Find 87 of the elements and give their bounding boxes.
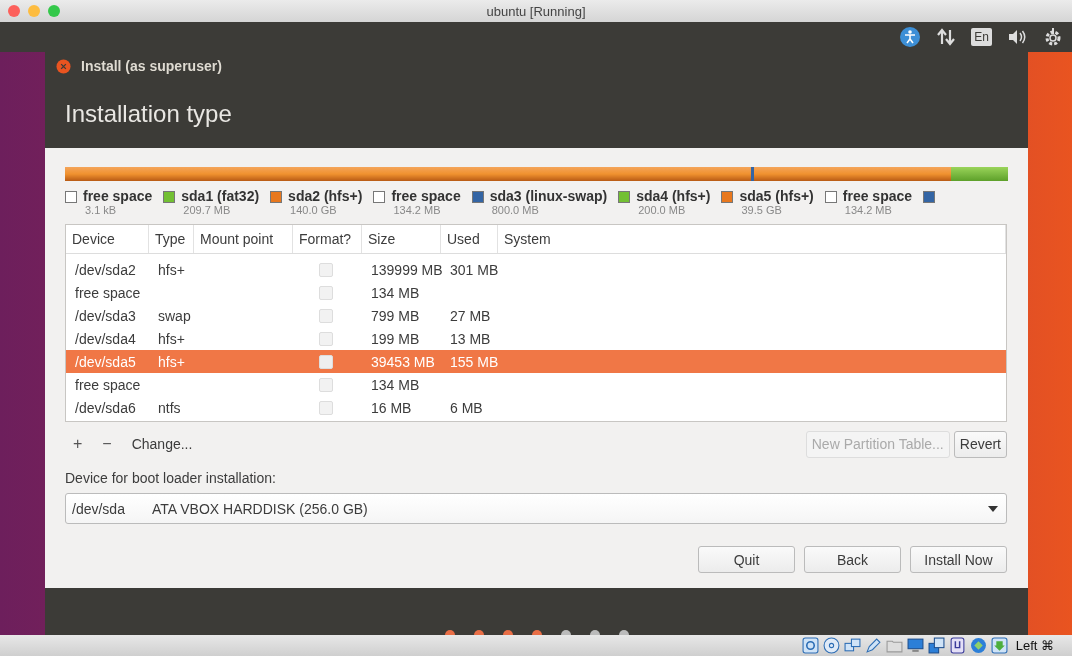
partition-row[interactable]: free space 134 MB	[66, 373, 1006, 396]
network-arrows-icon[interactable]	[935, 26, 958, 48]
caret-icon	[988, 505, 998, 512]
remove-partition-button[interactable]: −	[94, 435, 120, 453]
download-icon[interactable]	[990, 637, 1008, 654]
partition-row[interactable]: /dev/sda2 hfs+ 139999 MB 301 MB	[66, 258, 1006, 281]
format-checkbox[interactable]	[319, 377, 333, 392]
dialog-button[interactable]: Quit	[698, 546, 795, 573]
table-cell: swap	[158, 307, 191, 324]
table-cell: /dev/sda6	[75, 399, 136, 416]
table-cell: 27 MB	[450, 307, 491, 324]
table-cell: 134 MB	[371, 376, 420, 393]
change-button[interactable]: Change...	[123, 436, 201, 452]
windows-icon[interactable]	[927, 637, 945, 654]
legend-size: 209.7 MB	[183, 204, 232, 216]
add-partition-button[interactable]: +	[65, 435, 91, 453]
table-cell: 6 MB	[450, 399, 483, 416]
table-cell: /dev/sda3	[75, 307, 136, 324]
page-heading: Installation type	[65, 100, 232, 128]
zoom-button[interactable]	[48, 5, 60, 17]
format-checkbox[interactable]	[319, 331, 333, 346]
table-cell: hfs+	[158, 330, 185, 347]
table-cell: /dev/sda5	[75, 353, 136, 370]
legend-label: sda4 (hfs+)	[636, 188, 711, 204]
table-cell: 39453 MB	[371, 353, 435, 370]
legend-size: 134.2 MB	[393, 204, 442, 216]
close-button[interactable]	[8, 5, 20, 17]
format-checkbox[interactable]	[319, 262, 333, 277]
legend-size: 800.0 MB	[491, 204, 540, 216]
close-icon[interactable]	[56, 58, 71, 74]
display-icon[interactable]	[906, 637, 924, 654]
format-checkbox[interactable]	[319, 308, 333, 323]
table-cell: hfs+	[158, 353, 185, 370]
table-cell: 799 MB	[371, 307, 420, 324]
legend-label: sda3 (linux-swap)	[489, 188, 608, 204]
table-cell: 134 MB	[371, 284, 420, 301]
table-cell: free space	[75, 376, 141, 393]
pen-icon[interactable]	[864, 637, 882, 654]
table-cell: 139999 MB	[371, 261, 443, 278]
format-checkbox[interactable]	[319, 285, 333, 300]
column-header[interactable]: Device	[66, 225, 149, 253]
boot-device-dropdown[interactable]: /dev/sda ATA VBOX HARDDISK (256.0 GB)	[65, 493, 1007, 524]
table-cell: /dev/sda4	[75, 330, 136, 347]
legend-label: sda5 (hfs+)	[739, 188, 814, 204]
chip-icon[interactable]	[948, 637, 966, 654]
column-header[interactable]: Used	[441, 225, 498, 253]
legend-size: 140.0 GB	[290, 204, 338, 216]
dialog-button[interactable]: Install Now	[910, 546, 1007, 573]
legend-size: 3.1 kB	[85, 204, 118, 216]
table-cell: 155 MB	[450, 353, 499, 370]
table-cell: 16 MB	[371, 399, 412, 416]
revert-button[interactable]: Revert	[953, 430, 1007, 458]
legend-size: 200.0 MB	[638, 204, 687, 216]
column-header[interactable]: Format?	[293, 225, 362, 253]
boot-loader-label: Device for boot loader installation:	[65, 470, 277, 486]
legend-label: free space	[391, 188, 461, 204]
table-cell: ntfs	[158, 399, 181, 416]
keyboard-language-indicator[interactable]: En	[971, 28, 992, 46]
legend-label: free space	[842, 188, 913, 204]
partition-row[interactable]: /dev/sda4 hfs+ 199 MB 13 MB	[66, 327, 1006, 350]
column-header[interactable]: System	[498, 225, 1006, 253]
legend-label: free space	[83, 188, 153, 204]
dialog-button[interactable]: Back	[804, 546, 901, 573]
format-checkbox[interactable]	[319, 354, 333, 369]
table-cell: free space	[75, 284, 141, 301]
accessibility-icon[interactable]	[899, 26, 922, 48]
disc-icon[interactable]	[822, 637, 840, 654]
column-header[interactable]: Type	[149, 225, 194, 253]
table-cell: hfs+	[158, 261, 185, 278]
table-cell: 199 MB	[371, 330, 420, 347]
legend-size: 134.2 MB	[844, 204, 893, 216]
legend-label: sda1 (fat32)	[181, 188, 260, 204]
legend-size: 39.5 GB	[741, 204, 783, 216]
partition-row[interactable]: /dev/sda3 swap 799 MB 27 MB	[66, 304, 1006, 327]
network-icon[interactable]	[843, 637, 861, 654]
table-cell: 13 MB	[450, 330, 491, 347]
legend-label: sda2 (hfs+)	[288, 188, 363, 204]
host-key-label: Left ⌘	[1015, 638, 1054, 653]
partition-row[interactable]: /dev/sda6 ntfs 16 MB 6 MB	[66, 396, 1006, 419]
dialog-title: Install (as superuser)	[81, 58, 222, 74]
window-title: ubuntu [Running]	[486, 3, 586, 19]
column-header[interactable]: Size	[362, 225, 441, 253]
table-cell: 301 MB	[450, 261, 499, 278]
table-cell: /dev/sda2	[75, 261, 136, 278]
partition-row[interactable]: free space 134 MB	[66, 281, 1006, 304]
column-header[interactable]: Mount point	[194, 225, 293, 253]
format-checkbox[interactable]	[319, 400, 333, 415]
